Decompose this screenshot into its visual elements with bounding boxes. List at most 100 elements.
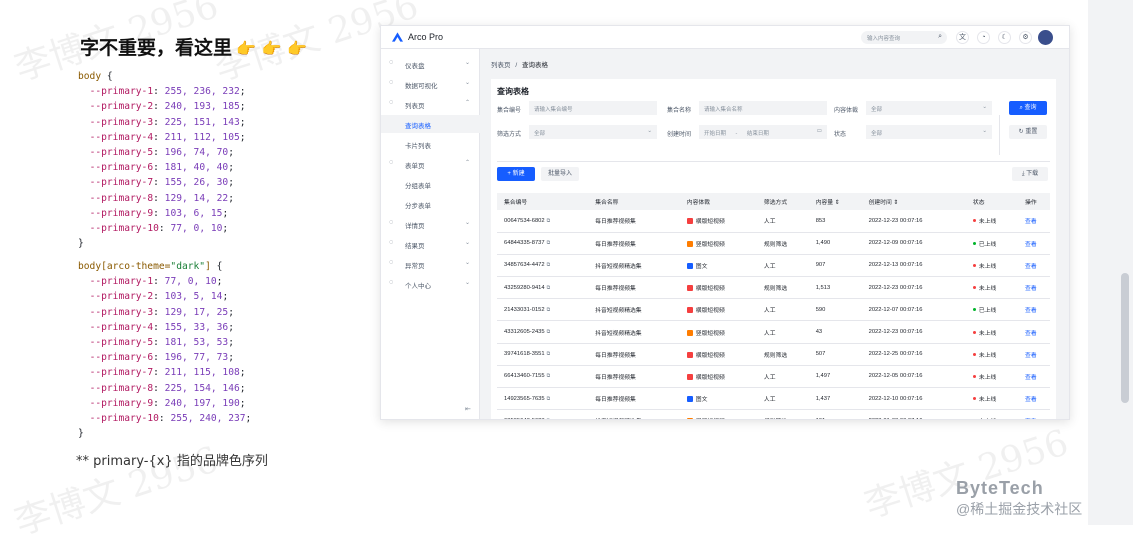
status-dot-icon bbox=[972, 374, 976, 378]
css-variable-name: --primary-1 bbox=[89, 276, 154, 288]
user-avatar[interactable] bbox=[1038, 30, 1053, 45]
select-value: 全部 bbox=[871, 131, 883, 137]
copy-icon[interactable]: ⧉ bbox=[547, 307, 551, 313]
view-link[interactable]: 查看 bbox=[1025, 419, 1037, 420]
view-link[interactable]: 查看 bbox=[1025, 353, 1037, 359]
copy-icon[interactable]: ⧉ bbox=[547, 262, 551, 268]
view-link[interactable]: 查看 bbox=[1025, 286, 1037, 292]
filter-genre-select[interactable]: 全部 ⌄ bbox=[866, 101, 992, 115]
copy-icon[interactable]: ⧉ bbox=[547, 218, 551, 224]
status-text: 已上线 bbox=[978, 241, 997, 248]
sidebar-item-label: 异常页 bbox=[405, 263, 425, 270]
sidebar-item[interactable]: ◌ 异常页 ⌄ bbox=[381, 255, 480, 273]
cell-genre: 竖版短视频 bbox=[679, 320, 757, 344]
sidebar-item[interactable]: 卡片列表 bbox=[381, 135, 480, 153]
cell-count: 1,497 bbox=[808, 365, 862, 389]
view-link[interactable]: 查看 bbox=[1025, 331, 1037, 337]
cell-time: 2022-12-13 00:07:16 bbox=[861, 254, 966, 278]
status-dot-icon bbox=[972, 219, 976, 223]
view-link[interactable]: 查看 bbox=[1025, 397, 1037, 403]
cell-count: 1,513 bbox=[808, 276, 862, 300]
sidebar-item[interactable]: ◌ 仪表盘 ⌄ bbox=[381, 55, 480, 73]
sidebar-item[interactable]: 查询表格 bbox=[381, 115, 480, 133]
top-search-input[interactable]: 输入内容查询 ⌕ bbox=[861, 31, 947, 44]
cell-count: 1,490 bbox=[808, 232, 862, 255]
sidebar-item[interactable]: 分步表单 bbox=[381, 195, 480, 213]
genre-text: 横版短视频 bbox=[695, 374, 725, 381]
breadcrumb-parent[interactable]: 列表页 bbox=[491, 62, 511, 69]
code-close-brace: } bbox=[78, 238, 84, 250]
copy-icon[interactable]: ⧉ bbox=[547, 285, 551, 291]
code-selector-end: ] bbox=[205, 261, 211, 272]
css-variable-name: --primary-6 bbox=[89, 352, 154, 364]
view-link[interactable]: 查看 bbox=[1025, 375, 1037, 381]
copy-icon[interactable]: ⧉ bbox=[547, 329, 551, 335]
cell-filter: 人工 bbox=[756, 365, 809, 389]
brand-sub: @稀土掘金技术社区 bbox=[956, 501, 1083, 517]
table-row: 66413460-7155 ⧉ 每日推荐视频集 横版短视频 人工 1,497 2022-12… bbox=[497, 365, 1050, 389]
cell-genre: 横版短视频 bbox=[679, 276, 757, 300]
copy-icon[interactable]: ⧉ bbox=[547, 240, 551, 246]
css-variable-name: --primary-3 bbox=[89, 306, 154, 318]
cell-genre: 横版短视频 bbox=[679, 343, 757, 366]
filter-name-input[interactable]: 请输入集合名称 bbox=[699, 101, 827, 115]
notification-icon[interactable]: ◔ bbox=[977, 31, 990, 44]
sidebar-item[interactable]: ◌ 结果页 ⌄ bbox=[381, 235, 480, 253]
new-button[interactable]: + 新建 bbox=[497, 167, 535, 181]
right-gutter bbox=[1088, 0, 1133, 525]
chart-icon: ◌ bbox=[389, 79, 394, 86]
cell-status: 未上线 bbox=[965, 210, 1019, 233]
cell-filter: 人工 bbox=[756, 387, 809, 411]
copy-icon[interactable]: ⧉ bbox=[547, 418, 551, 419]
code-selector-line: body { bbox=[78, 71, 113, 82]
genre-icon bbox=[686, 307, 693, 314]
code-line: --primary-1: 255, 236, 232; bbox=[89, 86, 246, 98]
filter-method-select[interactable]: 全部 ⌄ bbox=[529, 125, 657, 139]
theme-moon-icon[interactable]: ☾ bbox=[998, 31, 1011, 44]
sidebar-item[interactable]: ◌ 数据可视化 ⌄ bbox=[381, 75, 480, 93]
genre-text: 图文 bbox=[695, 397, 708, 404]
copy-icon[interactable]: ⧉ bbox=[547, 373, 551, 379]
sidebar-subitem-label: 卡片列表 bbox=[405, 143, 431, 150]
code-selector: body bbox=[78, 71, 102, 82]
code-line: --primary-2: 103, 5, 14; bbox=[89, 291, 229, 303]
collapse-menu-icon[interactable]: ⇤ bbox=[465, 405, 471, 413]
view-link[interactable]: 查看 bbox=[1025, 242, 1037, 248]
language-icon[interactable]: 文 bbox=[956, 31, 969, 44]
copy-icon[interactable]: ⧉ bbox=[547, 396, 551, 402]
search-button[interactable]: ⌕ 查询 bbox=[1009, 101, 1047, 115]
filter-date-range[interactable]: 开始日期 - 结束日期 ▭ bbox=[699, 125, 827, 139]
cell-id: 39741618-3551 ⧉ bbox=[497, 343, 589, 366]
result-icon: ◌ bbox=[389, 239, 394, 246]
css-variable-value: 196, 74, 70 bbox=[164, 147, 229, 159]
genre-text: 横版短视频 bbox=[695, 352, 725, 359]
status-dot-icon bbox=[972, 241, 976, 245]
sidebar-item[interactable]: ◌ 表单页 ⌃ bbox=[381, 155, 480, 173]
sidebar-item[interactable]: ◌ 列表页 ⌃ bbox=[381, 95, 480, 113]
filter-status-select[interactable]: 全部 ⌄ bbox=[866, 125, 992, 139]
batch-import-button[interactable]: 批量导入 bbox=[541, 167, 579, 181]
view-link[interactable]: 查看 bbox=[1025, 264, 1037, 270]
sidebar-item[interactable]: 分组表单 bbox=[381, 175, 480, 193]
cell-count: 1,437 bbox=[808, 387, 862, 411]
cell-filter: 人工 bbox=[756, 298, 809, 322]
sidebar-item[interactable]: ◌ 详情页 ⌄ bbox=[381, 215, 480, 233]
settings-gear-icon[interactable]: ⚙ bbox=[1019, 31, 1032, 44]
table-header-cell: 筛选方式 bbox=[756, 193, 809, 210]
filter-id-input[interactable]: 请输入集合编号 bbox=[529, 101, 657, 115]
code-selector-line: body[arco-theme="dark"] { bbox=[78, 261, 223, 272]
table-row: 00647534-6802 ⧉ 每日推荐视频集 横版短视频 人工 853 2022-12-2… bbox=[497, 210, 1050, 233]
search-icon[interactable]: ⌕ bbox=[938, 33, 942, 41]
view-link[interactable]: 查看 bbox=[1025, 219, 1037, 225]
genre-text: 竖版短视频 bbox=[695, 330, 725, 337]
sidebar-item[interactable]: ◌ 个人中心 ⌄ bbox=[381, 275, 480, 293]
css-variable-name: --primary-8 bbox=[89, 382, 154, 394]
reset-button[interactable]: ↻ 重置 bbox=[1009, 125, 1047, 139]
download-button[interactable]: ⤓ 下载 bbox=[1012, 167, 1048, 181]
pointing-hand-icons: 👉 👉 👉 bbox=[236, 39, 307, 58]
status-dot-icon bbox=[972, 286, 976, 290]
table-row: 34857634-4472 ⧉ 抖音短视频精选集 图文 人工 907 2022-12-13 … bbox=[497, 254, 1050, 278]
view-link[interactable]: 查看 bbox=[1025, 308, 1037, 314]
copy-icon[interactable]: ⧉ bbox=[547, 351, 551, 357]
page-scrollbar[interactable] bbox=[1121, 273, 1129, 403]
